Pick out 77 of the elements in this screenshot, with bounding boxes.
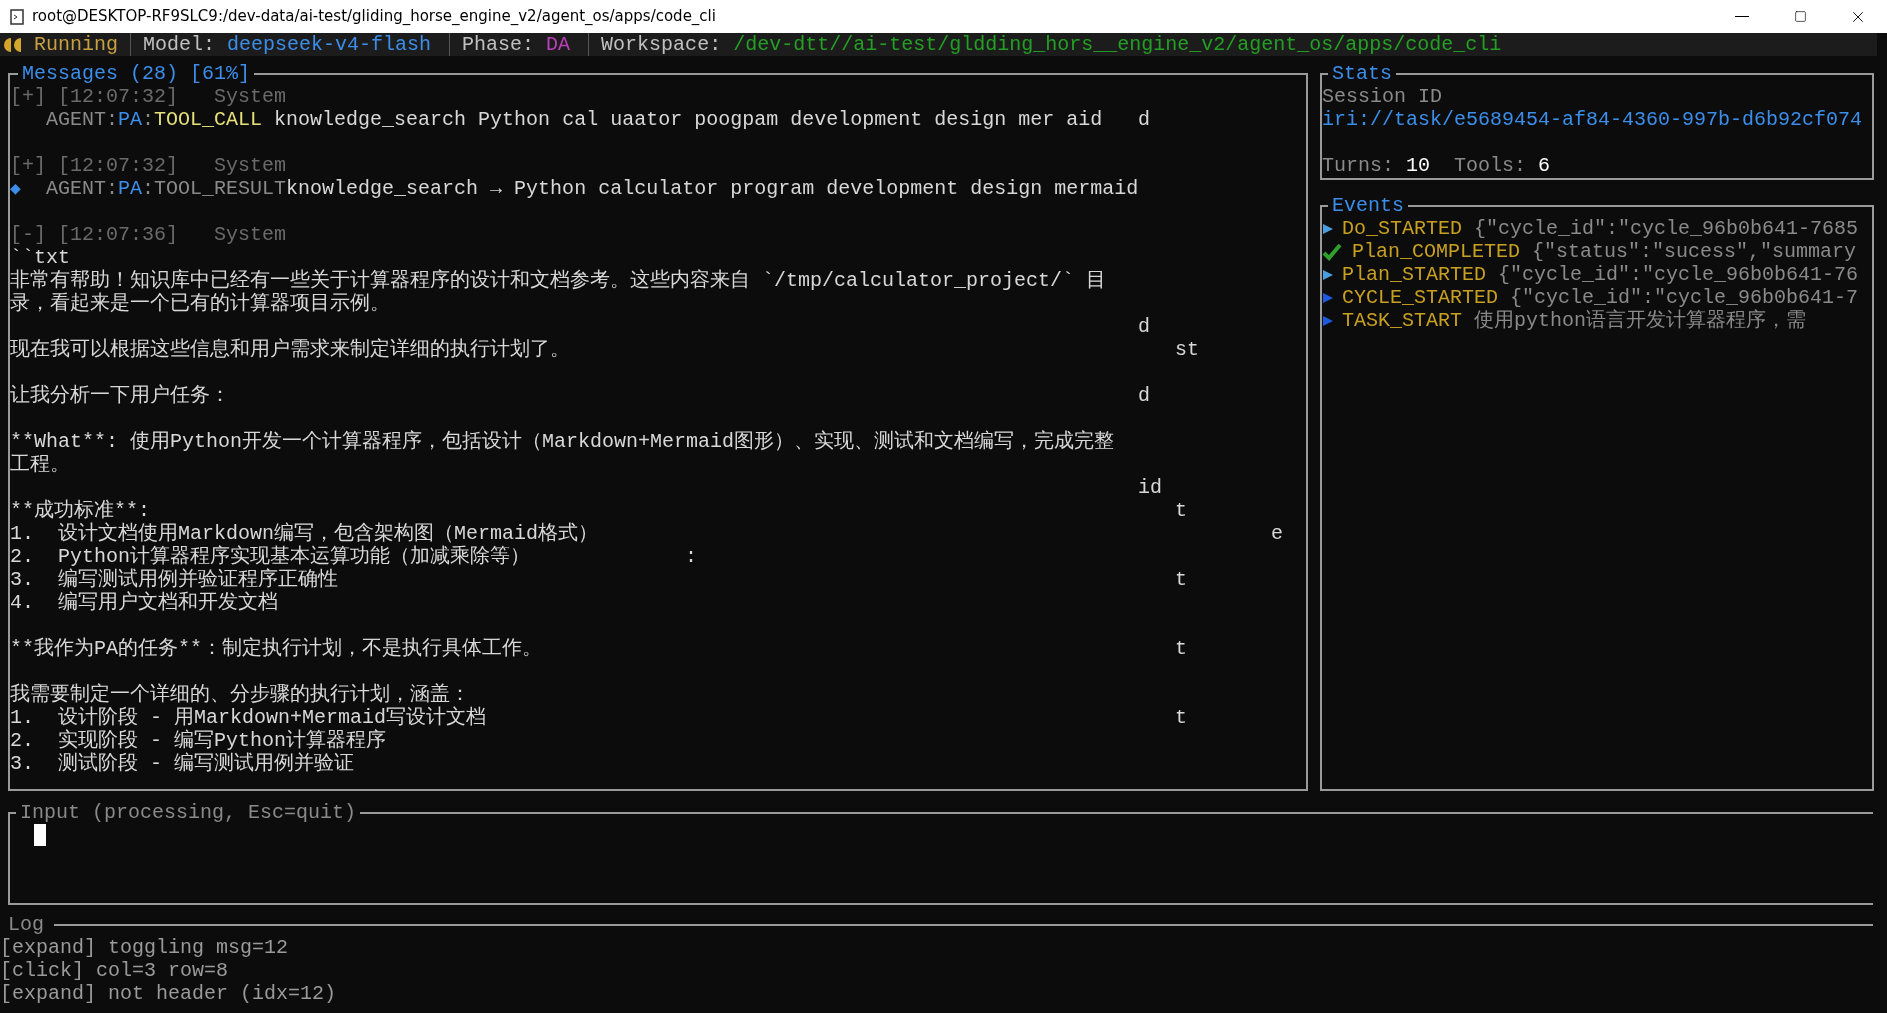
status-state: Running (34, 33, 118, 56)
message-text: AGENT:PA:TOOL_RESULTknowledge_search → Python calculator program development design mermaid (46, 177, 1139, 200)
message-text: 现在我可以根据这些信息和用户需求来制定详细的执行计划了。 (10, 338, 570, 361)
event-name: Plan_STARTED (1342, 263, 1487, 286)
stray-text: d (1138, 384, 1150, 407)
message-text: 我需要制定一个详细的、分步骤的执行计划，涵盖： (10, 683, 470, 706)
message-sender: System (214, 85, 287, 108)
event-name: CYCLE_STARTED (1342, 286, 1499, 309)
window-title: root@DESKTOP-RF9SLC9:/dev-data/ai-test/gliding_horse_engine_v2/agent_os/apps/code_cli (32, 6, 716, 27)
message-text: **我作为PA的任务**：制定执行计划，不是执行具体工作。 (10, 637, 542, 660)
message-text: 非常有帮助！知识库中已经有一些关于计算器程序的设计和文档参考。这些内容来自 `/tmp/calculator_project/` 目 (10, 269, 1107, 292)
events-title: Events (1331, 194, 1405, 217)
messages-title: Messages (28) [61%] (21, 62, 252, 85)
status-label: Model: (143, 33, 216, 56)
expand-toggle[interactable]: [+] (10, 85, 46, 108)
counter-value: 6 (1538, 154, 1551, 177)
event-name: Do_STARTED (1342, 217, 1463, 240)
stray-text: t (1175, 706, 1187, 729)
message-text: 3. 编写测试用例并验证程序正确性 (10, 568, 338, 591)
stray-text: t (1175, 637, 1187, 660)
message-text: **成功标准**: (10, 499, 150, 522)
stray-text: d (1138, 108, 1150, 131)
stray-text: st (1175, 338, 1199, 361)
log-line: [expand] not header (idx=12) (0, 982, 337, 1005)
event-detail: {"cycle_id":"cycle_96b0b641-76 (1498, 263, 1859, 286)
message-text: 4. 编写用户文档和开发文档 (10, 591, 278, 614)
stats-title: Stats (1331, 62, 1393, 85)
terminal-icon (10, 8, 24, 25)
log-line: [click] col=3 row=8 (0, 959, 229, 982)
minimize-icon (1735, 16, 1749, 17)
event-name: Plan_COMPLETED (1352, 240, 1521, 263)
event-detail: 使用python语言开发计算器程序，需 (1474, 309, 1807, 332)
message-text: ``txt (10, 246, 70, 269)
status-label: Workspace: (601, 33, 722, 56)
stray-text: t (1175, 499, 1187, 522)
message-sender: System (214, 154, 287, 177)
event-detail: {"status":"sucess","summary (1532, 240, 1857, 263)
message-text: 2. Python计算器程序实现基本运算功能（加减乘除等） (10, 545, 531, 568)
message-text: 3. 测试阶段 - 编写测试用例并验证 (10, 752, 354, 775)
status-label: Phase: (462, 33, 535, 56)
stray-text: : (685, 545, 697, 568)
status-value: deepseek-v4-flash (227, 33, 432, 56)
session-label: Session ID (1322, 85, 1443, 108)
event-detail: {"cycle_id":"cycle_96b0b641-7 (1510, 286, 1859, 309)
message-marker: ◆ (10, 179, 21, 198)
status-value: /dev-dtt//ai-test/gldding_hors__engine_v2/agent_os/apps/code_cli (733, 33, 1502, 56)
counter-label: Tools: (1454, 154, 1527, 177)
message-time: [12:07:36] (58, 223, 179, 246)
stray-text: d (1138, 315, 1150, 338)
message-text: 录，看起来是一个已有的计算器项目示例。 (10, 292, 390, 315)
session-id: iri://task/e5689454-af84-4360-997b-d6b92cf074 (1322, 108, 1863, 131)
maximize-icon (1793, 10, 1807, 23)
message-text: 1. 设计文档使用Markdown编写，包含架构图（Mermaid格式） (10, 522, 599, 545)
log-line: [expand] toggling msg=12 (0, 936, 289, 959)
log-title: Log (8, 913, 44, 936)
event-detail: {"cycle_id":"cycle_96b0b641-7685 (1474, 217, 1859, 240)
message-text: **What**: 使用Python开发一个计算器程序，包括设计（Markdown+Mermaid图形）、实现、测试和文档编写，完成完整 (10, 430, 1115, 453)
message-time: [12:07:32] (58, 154, 179, 177)
event-name: TASK_START (1342, 309, 1463, 332)
expand-toggle[interactable]: [+] (10, 154, 46, 177)
message-time: [12:07:32] (58, 85, 179, 108)
message-text: 让我分析一下用户任务： (10, 384, 230, 407)
message-sender: System (214, 223, 287, 246)
stray-text: e (1271, 522, 1283, 545)
counter-value: 10 (1406, 154, 1431, 177)
message-text: 2. 实现阶段 - 编写Python计算器程序 (10, 729, 387, 752)
message-text: 工程。 (10, 453, 70, 476)
text-cursor[interactable] (34, 824, 46, 846)
stray-text: t (1175, 568, 1187, 591)
message-text: 1. 设计阶段 - 用Markdown+Mermaid写设计文档 (10, 706, 487, 729)
stray-text: id (1138, 476, 1162, 499)
counter-label: Turns: (1322, 154, 1394, 177)
input-title: Input (processing, Esc=quit) (19, 801, 358, 824)
status-value: DA (546, 33, 571, 56)
expand-toggle[interactable]: [-] (10, 223, 46, 246)
message-text: AGENT:PA:TOOL_CALL knowledge_search Python cal uaator poogpam development design mer aid (46, 108, 1103, 131)
running-icon (2, 36, 24, 53)
